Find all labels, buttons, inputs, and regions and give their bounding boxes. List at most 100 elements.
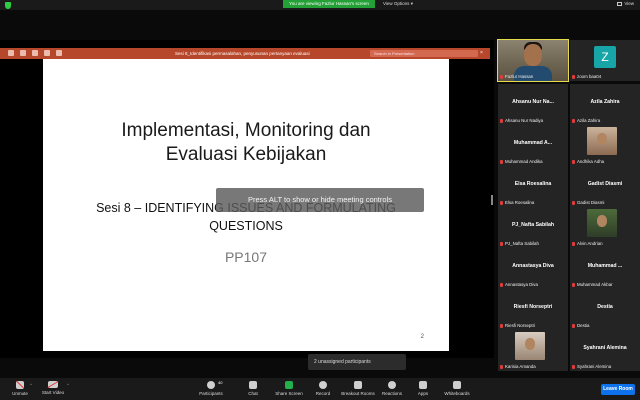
participant-tile[interactable]: Riesfi Norseptri Riesfi Norseptri <box>498 289 568 330</box>
participant-tile[interactable]: Azila Zahira Azila Zahira <box>570 84 640 125</box>
close-window-icon[interactable]: × <box>480 48 483 59</box>
participant-tile[interactable]: Elsa Roesalina Elsa Roesalina <box>498 166 568 207</box>
participant-name-label: Syahrani Alemina <box>572 364 611 369</box>
muted-mic-icon <box>572 200 575 205</box>
participant-tile[interactable]: Syahrani Alemina Syahrani Alemina <box>570 330 640 371</box>
chat-icon <box>249 381 257 389</box>
grid-view-icon <box>617 1 623 6</box>
save-icon[interactable] <box>20 50 26 56</box>
participant-tile[interactable]: Annastasya Diva Annastasya Diva <box>498 248 568 289</box>
muted-mic-icon <box>572 364 575 369</box>
participant-tile[interactable]: Muhammad ... Muhammad Akbar <box>570 248 640 289</box>
redo-icon[interactable] <box>44 50 50 56</box>
muted-mic-icon <box>500 200 503 205</box>
view-options-button[interactable]: View Options ▾ <box>383 0 413 8</box>
participant-name-label: Ahsanu Nur Nadiya <box>500 118 543 123</box>
unassigned-participants-notice[interactable]: 2 unassigned participants <box>308 354 406 370</box>
share-screen-icon <box>285 381 293 389</box>
presentation-title: Sesi 8_Identifikasi permasalahan, penyus… <box>175 51 310 56</box>
participant-tile[interactable]: Destia Destia <box>570 289 640 330</box>
video-options-caret-icon[interactable]: ^ <box>67 382 69 387</box>
participant-name-label: Gadist Diasmi <box>572 200 604 205</box>
search-presentation-input[interactable]: Search in Presentation <box>370 50 478 57</box>
participant-tile[interactable]: Gadist Diasmi Gadist Diasmi <box>570 166 640 207</box>
customize-icon[interactable] <box>56 50 62 56</box>
participant-name-label: Azila Zahira <box>572 118 600 123</box>
participant-tile[interactable]: Alvin Andrian <box>570 207 640 248</box>
muted-mic-icon <box>500 282 503 287</box>
slide-subtitle-line2: QUESTIONS <box>209 219 283 233</box>
record-icon <box>319 381 327 389</box>
participant-display-name: Muhammad ... <box>587 263 623 269</box>
participant-tile[interactable]: Z zoom baa04 <box>570 40 640 81</box>
muted-mic-icon <box>572 323 575 328</box>
participant-tile[interactable]: Karisia Amanda <box>498 330 568 371</box>
participant-name-label: Fazlur Hassan <box>500 74 533 79</box>
participant-name-label: Andhika Adha <box>572 159 604 164</box>
gallery-resize-handle[interactable] <box>491 195 493 205</box>
participant-name-label: Elsa Roesalina <box>500 200 534 205</box>
slide-title-line1: Implementasi, Monitoring dan <box>121 120 371 141</box>
home-icon[interactable] <box>8 50 14 56</box>
chevron-down-icon: ▾ <box>410 1 413 6</box>
muted-mic-icon <box>500 118 503 123</box>
participant-display-name: Ahsanu Nur Na... <box>512 99 554 105</box>
participant-tile[interactable]: Fazlur Hassan <box>497 39 569 82</box>
course-code: PP107 <box>224 249 268 265</box>
participant-tile[interactable]: PJ_Nafta Sabilah PJ_Nafta Sabilah <box>498 207 568 248</box>
participant-display-name: Elsa Roesalina <box>514 181 552 187</box>
participant-display-name: Gadist Diasmi <box>587 181 623 187</box>
muted-mic-icon <box>572 74 575 79</box>
muted-mic-icon <box>572 118 575 123</box>
participant-photo <box>587 209 617 237</box>
top-bar: You are viewing Fazlur Hassan's screen V… <box>0 0 640 10</box>
view-label: View <box>624 1 634 6</box>
participant-name-label: zoom baa04 <box>572 74 601 79</box>
record-button[interactable]: Record <box>303 381 343 396</box>
meeting-controls-tip: Press ALT to show or hide meeting contro… <box>216 188 424 212</box>
slide-title: Implementasi, Monitoring dan Evaluasi Ke… <box>63 119 429 167</box>
participant-tile[interactable]: Muhammad A... Muhammad Andika <box>498 125 568 166</box>
viewing-screen-banner: You are viewing Fazlur Hassan's screen <box>283 0 375 8</box>
participant-display-name: Muhammad A... <box>513 140 553 146</box>
participant-photo <box>587 127 617 155</box>
view-options-label: View Options <box>383 1 410 6</box>
participants-button[interactable]: Participants <box>191 381 231 396</box>
muted-mic-icon <box>500 159 503 164</box>
participant-name-label: Alvin Andrian <box>572 241 603 246</box>
whiteboard-icon <box>453 381 461 389</box>
video-off-icon <box>48 381 58 388</box>
participant-name-label: Muhammad Andika <box>500 159 543 164</box>
participants-icon <box>207 381 215 389</box>
whiteboards-button[interactable]: Whiteboards <box>437 381 477 396</box>
undo-icon[interactable] <box>32 50 38 56</box>
participant-display-name: Annastasya Diva <box>512 263 554 269</box>
slide-page-number: 2 <box>420 334 424 340</box>
participant-tile[interactable]: Andhika Adha <box>570 125 640 166</box>
participant-display-name: Syahrani Alemina <box>583 345 627 351</box>
muted-mic-icon <box>500 364 503 369</box>
participant-name-label: Muhammad Akbar <box>572 282 613 287</box>
chat-label: Chat <box>248 391 258 396</box>
chat-button[interactable]: Chat <box>233 381 273 396</box>
participant-display-name: Destia <box>597 304 613 310</box>
breakout-rooms-icon <box>354 381 362 389</box>
view-button[interactable]: View <box>617 0 634 8</box>
audio-options-caret-icon[interactable]: ^ <box>30 382 32 387</box>
participant-name-label: PJ_Nafta Sabilah <box>500 241 539 246</box>
record-label: Record <box>315 391 331 396</box>
participant-display-name: PJ_Nafta Sabilah <box>511 222 555 228</box>
participants-count: 40 <box>218 380 223 385</box>
slide-title-line2: Evaluasi Kebijakan <box>165 144 327 165</box>
security-shield-icon[interactable] <box>5 2 11 9</box>
leave-room-button[interactable]: Leave Room <box>601 384 635 395</box>
muted-mic-icon <box>500 241 503 246</box>
powerpoint-title-bar: Sesi 8_Identifikasi permasalahan, penyus… <box>0 48 490 59</box>
apps-icon <box>419 381 427 389</box>
microphone-muted-icon <box>16 381 24 389</box>
muted-mic-icon <box>572 241 575 246</box>
participant-photo <box>515 332 545 360</box>
participant-tile[interactable]: Ahsanu Nur Na... Ahsanu Nur Nadiya <box>498 84 568 125</box>
reactions-icon <box>388 381 396 389</box>
participant-display-name: Riesfi Norseptri <box>513 304 553 310</box>
